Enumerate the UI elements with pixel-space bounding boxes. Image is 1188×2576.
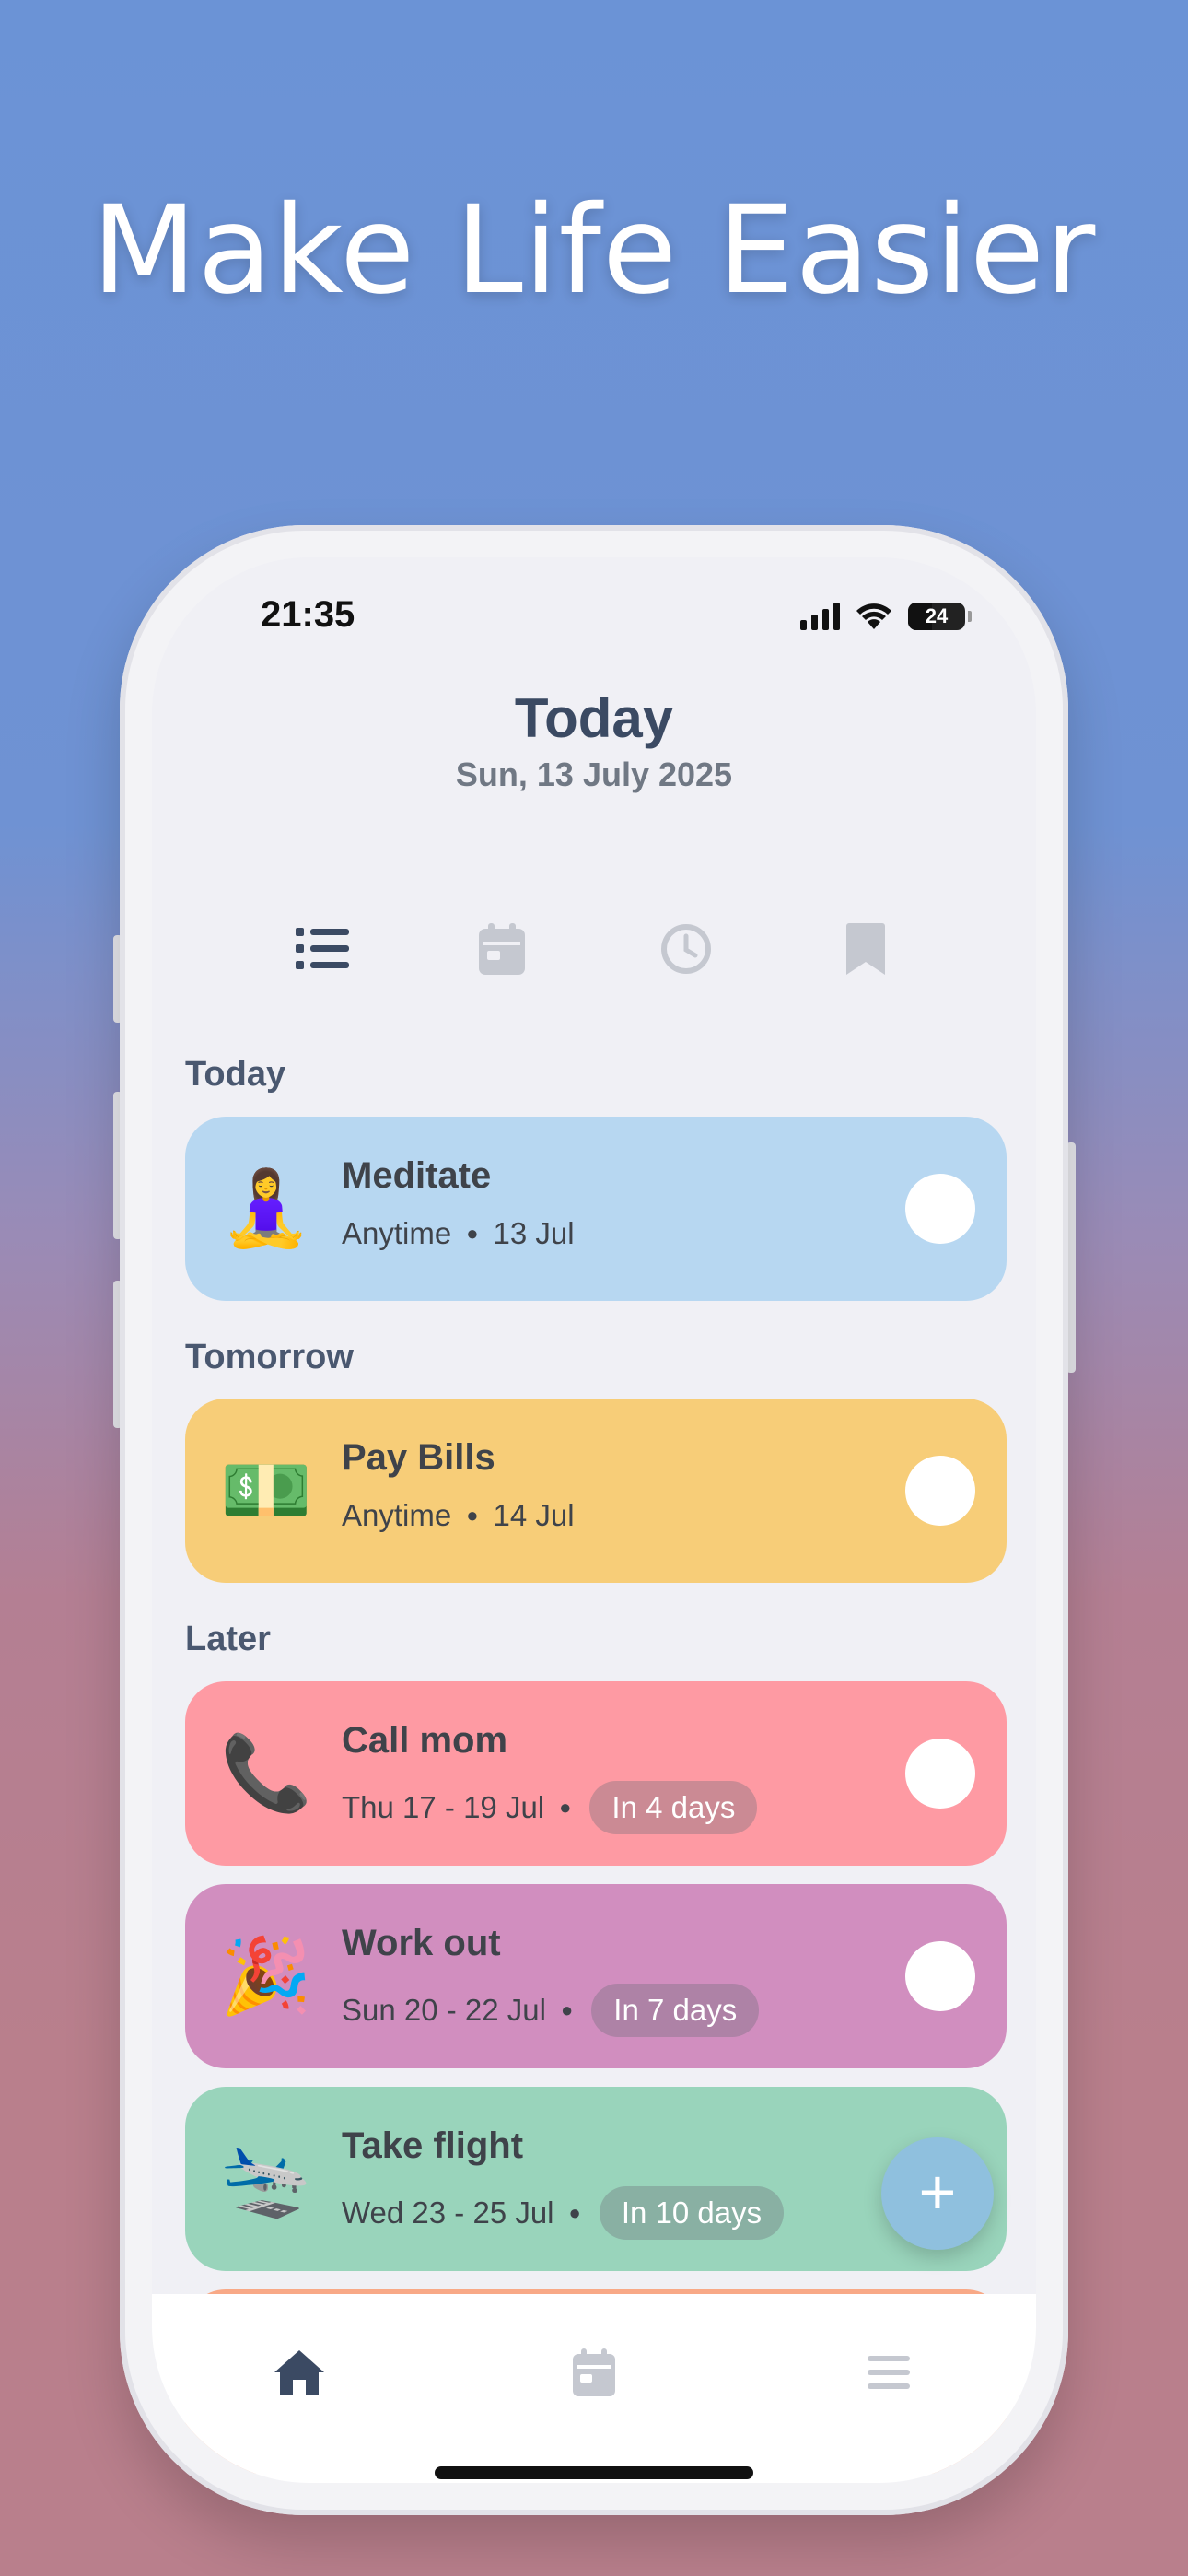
calendar-icon bbox=[479, 923, 525, 975]
tab-list[interactable] bbox=[285, 912, 359, 986]
party-popper-icon: 🎉 bbox=[220, 1933, 312, 2019]
clock-icon bbox=[661, 924, 711, 974]
section-today-label: Today bbox=[185, 1055, 286, 1094]
bookmark-icon bbox=[846, 923, 885, 975]
task-date-range: Sun 20 - 22 Jul bbox=[342, 1993, 546, 2027]
wifi-icon bbox=[856, 603, 891, 629]
section-later-label: Later bbox=[185, 1620, 271, 1658]
task-name: Pay Bills bbox=[342, 1437, 495, 1478]
status-time: 21:35 bbox=[261, 594, 355, 635]
task-meta: Anytime ● 14 Jul bbox=[342, 1498, 575, 1533]
nav-menu[interactable] bbox=[856, 2340, 921, 2405]
task-date: 14 Jul bbox=[493, 1498, 575, 1532]
nav-calendar[interactable] bbox=[562, 2340, 626, 2405]
home-indicator bbox=[435, 2466, 753, 2479]
countdown-badge: In 4 days bbox=[589, 1781, 758, 1834]
task-meta: Anytime ● 13 Jul bbox=[342, 1216, 575, 1251]
battery-icon: 24 bbox=[908, 603, 972, 630]
task-name: Take flight bbox=[342, 2125, 524, 2166]
task-meta: Sun 20 - 22 Jul ● In 7 days bbox=[342, 1984, 760, 2037]
task-date-range: Wed 23 - 25 Jul bbox=[342, 2195, 554, 2230]
task-card-work-out[interactable]: 🎉 Work out Sun 20 - 22 Jul ● In 7 days bbox=[185, 1884, 1007, 2068]
tab-upcoming[interactable] bbox=[649, 912, 723, 986]
countdown-badge: In 7 days bbox=[591, 1984, 760, 2037]
calendar-icon bbox=[573, 2348, 615, 2396]
nav-home[interactable] bbox=[267, 2340, 332, 2405]
meditation-icon: 🧘‍♀️ bbox=[220, 1165, 312, 1251]
complete-checkbox[interactable] bbox=[905, 1174, 975, 1244]
view-tabs bbox=[152, 912, 1036, 986]
page-title: Today bbox=[514, 687, 674, 749]
task-name: Meditate bbox=[342, 1155, 492, 1196]
home-icon bbox=[274, 2350, 324, 2395]
task-card-meditate[interactable]: 🧘‍♀️ Meditate Anytime ● 13 Jul bbox=[185, 1117, 1007, 1301]
headline: Make Life Easier bbox=[91, 180, 1097, 322]
task-time: Anytime bbox=[342, 1498, 452, 1532]
task-name: Work out bbox=[342, 1923, 501, 1963]
bottom-nav-bar bbox=[152, 2294, 1036, 2483]
countdown-badge: In 10 days bbox=[599, 2186, 785, 2240]
task-card-call-mom[interactable]: 📞 Call mom Thu 17 - 19 Jul ● In 4 days bbox=[185, 1681, 1007, 1866]
task-time: Anytime bbox=[342, 1216, 452, 1250]
task-meta: Thu 17 - 19 Jul ● In 4 days bbox=[342, 1781, 758, 1834]
separator-dot: ● bbox=[560, 1998, 574, 2021]
money-icon: 💵 bbox=[220, 1447, 312, 1533]
page-date: Sun, 13 July 2025 bbox=[455, 755, 733, 793]
complete-checkbox[interactable] bbox=[905, 1739, 975, 1809]
tab-saved[interactable] bbox=[829, 912, 903, 986]
battery-level: 24 bbox=[925, 604, 949, 627]
separator-dot: ● bbox=[466, 1504, 479, 1527]
phone-icon: 📞 bbox=[220, 1730, 312, 1816]
add-task-button[interactable]: + bbox=[881, 2137, 994, 2250]
task-card-pay-bills[interactable]: 💵 Pay Bills Anytime ● 14 Jul bbox=[185, 1399, 1007, 1583]
airplane-icon: 🛬 bbox=[220, 2136, 312, 2221]
task-date: 13 Jul bbox=[493, 1216, 575, 1250]
phone-screen: 21:35 24 Today Sun, 13 July 2025 Today 🧘… bbox=[152, 557, 1036, 2483]
complete-checkbox[interactable] bbox=[905, 1456, 975, 1526]
list-icon bbox=[296, 928, 349, 969]
tab-calendar[interactable] bbox=[465, 912, 539, 986]
task-name: Call mom bbox=[342, 1720, 508, 1761]
status-icons: 24 bbox=[800, 602, 972, 631]
cellular-signal-icon bbox=[800, 603, 840, 630]
complete-checkbox[interactable] bbox=[905, 1941, 975, 2011]
section-tomorrow-label: Tomorrow bbox=[185, 1338, 354, 1376]
separator-dot: ● bbox=[559, 1796, 572, 1819]
task-meta: Wed 23 - 25 Jul ● In 10 days bbox=[342, 2186, 785, 2240]
menu-icon bbox=[868, 2356, 910, 2389]
separator-dot: ● bbox=[466, 1222, 479, 1245]
separator-dot: ● bbox=[568, 2201, 581, 2224]
task-date-range: Thu 17 - 19 Jul bbox=[342, 1790, 545, 1824]
